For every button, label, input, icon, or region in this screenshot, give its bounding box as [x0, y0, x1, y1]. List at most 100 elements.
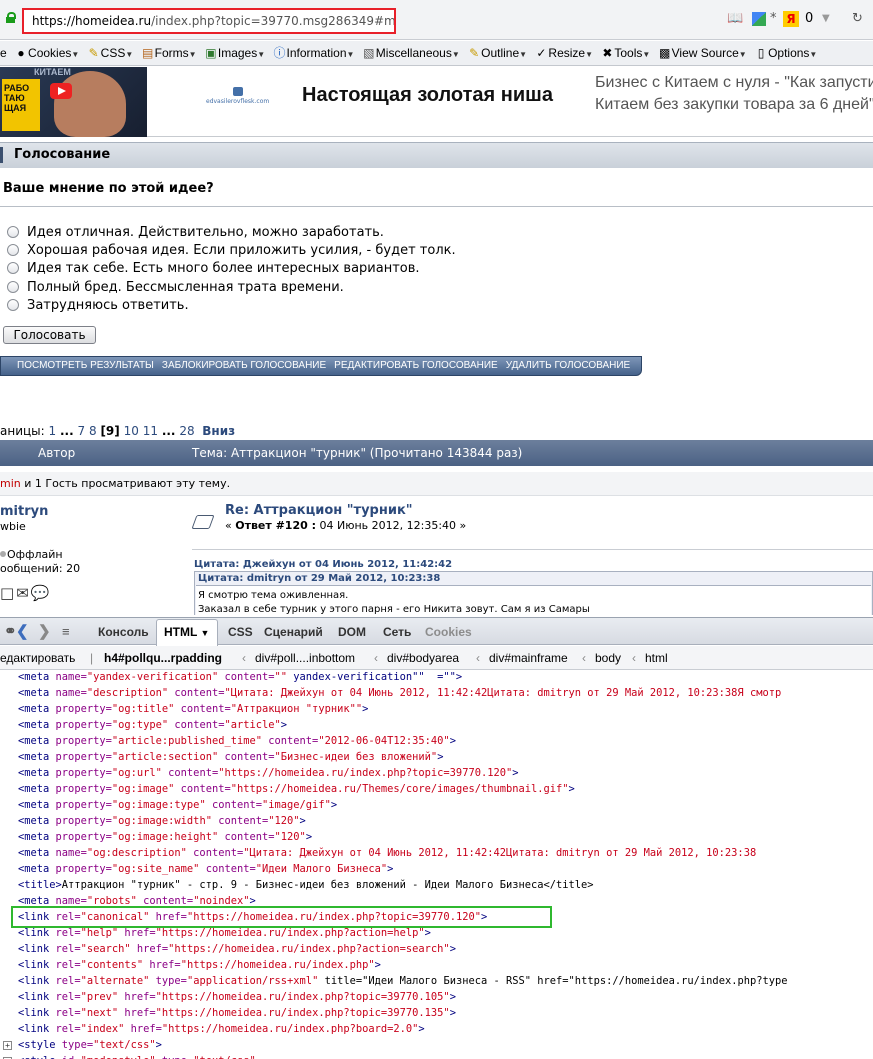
google-icon[interactable] [752, 12, 766, 26]
source-icon: ▩ [658, 46, 671, 60]
vote-button[interactable]: Голосовать [3, 326, 96, 344]
toolbar-item-css[interactable]: ✎ CSS▼ [87, 41, 138, 65]
radio-button [7, 244, 19, 256]
viewer-user-link[interactable]: min [0, 477, 21, 490]
presenter-image [54, 71, 126, 137]
page-link[interactable]: 1 [49, 424, 57, 438]
tab-css[interactable]: CSS [228, 625, 253, 639]
code-line[interactable]: <meta name="yandex-verification" content… [18, 671, 462, 685]
page-link[interactable]: 11 [143, 424, 158, 438]
toolbar-item-resize[interactable]: ✓ Resize▼ [534, 41, 597, 65]
code-line[interactable]: <meta property="og:url" content="https:/… [18, 765, 519, 781]
lock-icon [6, 12, 16, 23]
post-author-name[interactable]: mitryn [0, 504, 48, 519]
tab-console[interactable]: Консоль [98, 625, 149, 639]
toolbar-item-e[interactable]: e [0, 41, 11, 65]
toolbar-item-tools[interactable]: ✖ Tools▼ [600, 41, 654, 65]
edit-button[interactable]: едактировать [0, 651, 75, 665]
post-separator [192, 549, 873, 550]
viewers-text: и 1 Гость просматривают эту тему. [20, 477, 231, 490]
code-line[interactable]: <meta property="og:site_name" content="И… [18, 861, 393, 877]
misc-icon: ▧ [363, 46, 375, 60]
status-dot-icon [0, 551, 6, 557]
tools-icon: ✖ [602, 46, 613, 60]
code-line[interactable]: <link rel="index" href="https://homeidea… [18, 1021, 425, 1037]
poll-delete-link[interactable]: УДАЛИТЬ ГОЛОСОВАНИЕ [506, 357, 631, 375]
page-link[interactable]: 8 [89, 424, 97, 438]
code-line[interactable]: <meta property="og:image" content="https… [18, 781, 575, 797]
code-line[interactable]: <title>Аттракцион "турник" - стр. 9 - Би… [18, 877, 594, 893]
code-line[interactable]: <style type="text/css"> [18, 1037, 162, 1053]
poll-option[interactable]: Полный бред. Бессмысленная трата времени… [7, 280, 344, 295]
code-line[interactable]: <link rel="alternate" type="application/… [18, 973, 788, 989]
poll-view-results-link[interactable]: ПОСМОТРЕТЬ РЕЗУЛЬТАТЫ [17, 357, 154, 375]
toolbar-item-images[interactable]: ▣Images▼ [204, 41, 269, 65]
breadcrumb-item[interactable]: html [645, 651, 668, 665]
quote-header-1[interactable]: Цитата: Джейхун от 04 Июнь 2012, 11:42:4… [194, 559, 873, 571]
page-link[interactable]: 28 [179, 424, 194, 438]
quote-header-2[interactable]: Цитата: dmitryn от 29 Май 2012, 10:23:38 [198, 573, 440, 584]
reader-icon[interactable]: 📖 [727, 11, 743, 27]
code-line[interactable]: <meta property="og:title" content="Аттра… [18, 701, 368, 717]
book-cover: РАБО ТАЮ ЩАЯ [2, 79, 40, 131]
post-title[interactable]: Re: Аттракцион "турник" [225, 503, 413, 518]
tab-dom[interactable]: DOM [338, 625, 366, 639]
code-line[interactable]: <meta name="description" content="Цитата… [18, 685, 781, 701]
banner-ad-text[interactable]: Бизнес с Китаем с нуля - "Как запусти Ки… [595, 72, 873, 116]
dropdown-arrow-icon[interactable]: ▼ [822, 11, 830, 27]
page-link[interactable]: 7 [78, 424, 86, 438]
back-arrow-icon[interactable]: ❮ [16, 622, 29, 640]
poll-option[interactable]: Затрудняюсь ответить. [7, 298, 189, 313]
video-thumbnail[interactable]: КИТАЕМ РАБО ТАЮ ЩАЯ [0, 67, 147, 137]
code-line[interactable]: <meta property="article:section" content… [18, 749, 443, 765]
breadcrumb-item[interactable]: div#mainframe [489, 651, 568, 665]
breadcrumb-item[interactable]: div#bodyarea [387, 651, 459, 665]
toolbar-item-cookies[interactable]: ● Cookies▼ [14, 41, 83, 65]
toolbar-item-miscellaneous[interactable]: ▧Miscellaneous▼ [362, 41, 464, 65]
poll-option[interactable]: Идея так себе. Есть много более интересн… [7, 261, 420, 276]
tab-cookies[interactable]: Cookies [425, 625, 472, 639]
tab-html[interactable]: HTML ▼ [164, 625, 209, 639]
forward-arrow-icon[interactable]: ❯ [38, 622, 51, 640]
code-line[interactable]: <link rel="contents" href="https://homei… [18, 957, 381, 973]
post-author-messages: ообщений: 20 [0, 562, 81, 575]
toolbar-item-information[interactable]: ⓘInformation▼ [273, 41, 359, 65]
go-down-link[interactable]: Вниз [202, 424, 235, 438]
breadcrumb-item[interactable]: h4#pollqu...rpadding [104, 651, 222, 665]
poll-edit-link[interactable]: РЕДАКТИРОВАТЬ ГОЛОСОВАНИЕ [334, 357, 498, 375]
poll-option[interactable]: Идея отличная. Действительно, можно зара… [7, 225, 384, 240]
inspect-icon[interactable]: ⚭ [4, 622, 17, 640]
tab-script[interactable]: Сценарий [264, 625, 323, 639]
poll-option[interactable]: Хорошая рабочая идея. Если приложить уси… [7, 243, 456, 258]
command-line-icon[interactable]: ≡ [62, 624, 70, 639]
expand-toggle-icon[interactable]: + [3, 1041, 12, 1050]
yandex-icon[interactable]: Я [783, 11, 799, 27]
site-logo[interactable]: edvasilerovflesk.com [206, 87, 269, 105]
code-line[interactable]: <meta property="og:image:height" content… [18, 829, 312, 845]
code-line[interactable]: <meta property="og:type" content="articl… [18, 717, 287, 733]
toolbar-item-outline[interactable]: ✎ Outline▼ [467, 41, 531, 65]
code-line[interactable]: <meta name="og:description" content="Цит… [18, 845, 756, 861]
toolbar-item-view-source[interactable]: ▩View Source▼ [658, 41, 751, 65]
canonical-highlight-box [11, 906, 552, 928]
banner-headline[interactable]: Настоящая золотая ниша [302, 84, 553, 107]
code-line[interactable]: <style id="modonstyle" type="text/css" [18, 1053, 256, 1059]
play-icon[interactable] [50, 83, 72, 99]
tab-net[interactable]: Сеть [383, 625, 411, 639]
code-line[interactable]: <meta property="article:published_time" … [18, 733, 456, 749]
code-line[interactable]: <link rel="next" href="https://homeidea.… [18, 1005, 456, 1021]
code-line[interactable]: <link rel="search" href="https://homeide… [18, 941, 456, 957]
toolbar-item-forms[interactable]: ▤Forms▼ [141, 41, 201, 65]
code-line[interactable]: <meta property="og:image:width" content=… [18, 813, 306, 829]
breadcrumb-item[interactable]: body [595, 651, 621, 665]
reload-icon[interactable]: ↻ [852, 11, 863, 27]
code-line[interactable]: <link rel="prev" href="https://homeidea.… [18, 989, 456, 1005]
email-icon[interactable]: ✉ [16, 584, 31, 602]
page-link[interactable]: 10 [124, 424, 139, 438]
address-input[interactable]: https://homeidea.ru/index.php?topic=3977… [22, 8, 396, 34]
poll-lock-link[interactable]: ЗАБЛОКИРОВАТЬ ГОЛОСОВАНИЕ [162, 357, 326, 375]
toolbar-item-options[interactable]: ▯ Options▼ [754, 41, 821, 65]
pm-icon[interactable]: 💬 [31, 584, 52, 602]
code-line[interactable]: <meta property="og:image:type" content="… [18, 797, 337, 813]
breadcrumb-item[interactable]: div#poll....inbottom [255, 651, 355, 665]
